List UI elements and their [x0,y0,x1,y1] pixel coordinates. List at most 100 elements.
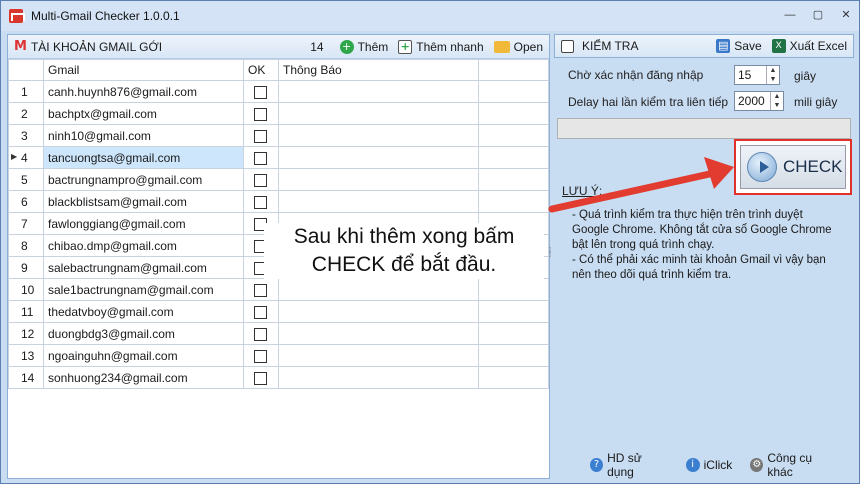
ok-checkbox[interactable] [254,173,267,187]
email-cell[interactable]: blackblistsam@gmail.com [43,190,244,213]
column-header-ok[interactable]: OK [243,59,279,81]
email-cell[interactable]: sonhuong234@gmail.com [43,366,244,389]
row-number: 7 [8,212,44,235]
ok-cell[interactable] [243,322,279,345]
check-panel: KIỂM TRA ▤ Save X Xuất Excel Chờ xác nhậ… [554,34,854,479]
minimize-icon[interactable]: — [783,8,797,22]
row-number: 3 [8,124,44,147]
notice-cell[interactable] [278,80,479,103]
row-number: 9 [8,256,44,279]
notice-cell[interactable] [278,366,479,389]
notice-cell[interactable] [278,190,479,213]
email-cell[interactable]: thedatvboy@gmail.com [43,300,244,323]
notice-cell[interactable] [278,322,479,345]
notice-cell[interactable] [278,344,479,367]
other-tools-button[interactable]: ⚙ Công cụ khác [750,451,836,479]
wait-label: Chờ xác nhận đăng nhập [568,68,704,82]
column-header-notice[interactable]: Thông Báo [278,59,479,81]
ok-cell[interactable] [243,80,279,103]
ok-checkbox[interactable] [254,371,267,385]
table-row[interactable]: 13 ngoainguhn@gmail.com [8,344,549,367]
ok-checkbox[interactable] [254,107,267,121]
export-excel-label: Xuất Excel [789,39,847,53]
table-row[interactable]: 6 blackblistsam@gmail.com [8,190,549,213]
table-row[interactable]: 14 sonhuong234@gmail.com [8,366,549,389]
wait-down-icon[interactable]: ▼ [767,75,779,84]
ok-checkbox[interactable] [254,151,267,165]
help-button[interactable]: ? HD sử dụng [590,451,668,479]
email-cell[interactable]: salebactrungnam@gmail.com [43,256,244,279]
ok-checkbox[interactable] [254,195,267,209]
email-cell[interactable]: bachptx@gmail.com [43,102,244,125]
iclick-button[interactable]: i iClick [685,451,733,479]
ok-cell[interactable] [243,146,279,169]
delay-down-icon[interactable]: ▼ [771,101,783,110]
ok-cell[interactable] [243,366,279,389]
email-cell[interactable]: duongbdg3@gmail.com [43,322,244,345]
table-row[interactable]: 5 bactrungnampro@gmail.com [8,168,549,191]
email-cell[interactable]: ngoainguhn@gmail.com [43,344,244,367]
check-button[interactable]: CHECK [740,145,846,189]
check-title: KIỂM TRA [582,39,639,53]
column-header-gmail[interactable]: Gmail [43,59,244,81]
delay-up-icon[interactable]: ▲ [771,92,783,101]
ok-cell[interactable] [243,278,279,301]
maximize-icon[interactable]: ▢ [811,8,825,22]
ok-cell[interactable] [243,190,279,213]
filler-cell [478,366,549,389]
help-icon: ? [590,458,604,472]
table-row[interactable]: 1 canh.huynh876@gmail.com [8,80,549,103]
add-quick-button[interactable]: + Thêm nhanh [398,39,484,54]
notice-cell[interactable] [278,146,479,169]
panel-splitter[interactable]: ⁞ ⁞ [549,247,553,259]
email-cell[interactable]: bactrungnampro@gmail.com [43,168,244,191]
check-highlight: CHECK [734,139,852,195]
ok-checkbox[interactable] [254,283,267,297]
notice-cell[interactable] [278,168,479,191]
table-row[interactable]: 3 ninh10@gmail.com [8,124,549,147]
email-cell[interactable]: tancuongtsa@gmail.com [43,146,244,169]
notice-cell[interactable] [278,278,479,301]
table-row[interactable]: 12 duongbdg3@gmail.com [8,322,549,345]
column-header-filler [478,59,549,81]
email-cell[interactable]: sale1bactrungnam@gmail.com [43,278,244,301]
app-window: Multi-Gmail Checker 1.0.0.1 — ▢ ✕ M TÀI … [0,0,860,484]
check-header: KIỂM TRA ▤ Save X Xuất Excel [554,34,854,58]
iclick-label: iClick [703,458,733,472]
add-button[interactable]: + Thêm [339,39,388,54]
ok-cell[interactable] [243,168,279,191]
ok-cell[interactable] [243,102,279,125]
notice-cell[interactable] [278,300,479,323]
export-excel-button[interactable]: X Xuất Excel [771,39,847,53]
ok-cell[interactable] [243,300,279,323]
close-icon[interactable]: ✕ [839,8,853,22]
ok-checkbox[interactable] [254,349,267,363]
table-row[interactable]: 4tancuongtsa@gmail.com [8,146,549,169]
ok-cell[interactable] [243,344,279,367]
delay-unit: mili giây [794,95,838,109]
save-icon: ▤ [716,39,731,53]
notice-cell[interactable] [278,124,479,147]
ok-checkbox[interactable] [254,85,267,99]
open-button[interactable]: Open [493,40,543,54]
table-row[interactable]: 10 sale1bactrungnam@gmail.com [8,278,549,301]
ok-cell[interactable] [243,124,279,147]
notice-cell[interactable] [278,102,479,125]
table-row[interactable]: 2 bachptx@gmail.com [8,102,549,125]
wait-value[interactable]: 15 [735,66,766,84]
table-row[interactable]: 11 thedatvboy@gmail.com [8,300,549,323]
wait-up-icon[interactable]: ▲ [767,66,779,75]
ok-checkbox[interactable] [254,327,267,341]
wait-stepper[interactable]: 15 ▲ ▼ [734,65,780,85]
row-number: 12 [8,322,44,345]
ok-checkbox[interactable] [254,305,267,319]
ok-checkbox[interactable] [254,129,267,143]
email-cell[interactable]: fawlonggiang@gmail.com [43,212,244,235]
email-cell[interactable]: chibao.dmp@gmail.com [43,234,244,257]
filler-cell [478,80,549,103]
email-cell[interactable]: ninh10@gmail.com [43,124,244,147]
save-button[interactable]: ▤ Save [716,39,762,53]
email-cell[interactable]: canh.huynh876@gmail.com [43,80,244,103]
delay-value[interactable]: 2000 [735,92,770,110]
delay-stepper[interactable]: 2000 ▲ ▼ [734,91,784,111]
